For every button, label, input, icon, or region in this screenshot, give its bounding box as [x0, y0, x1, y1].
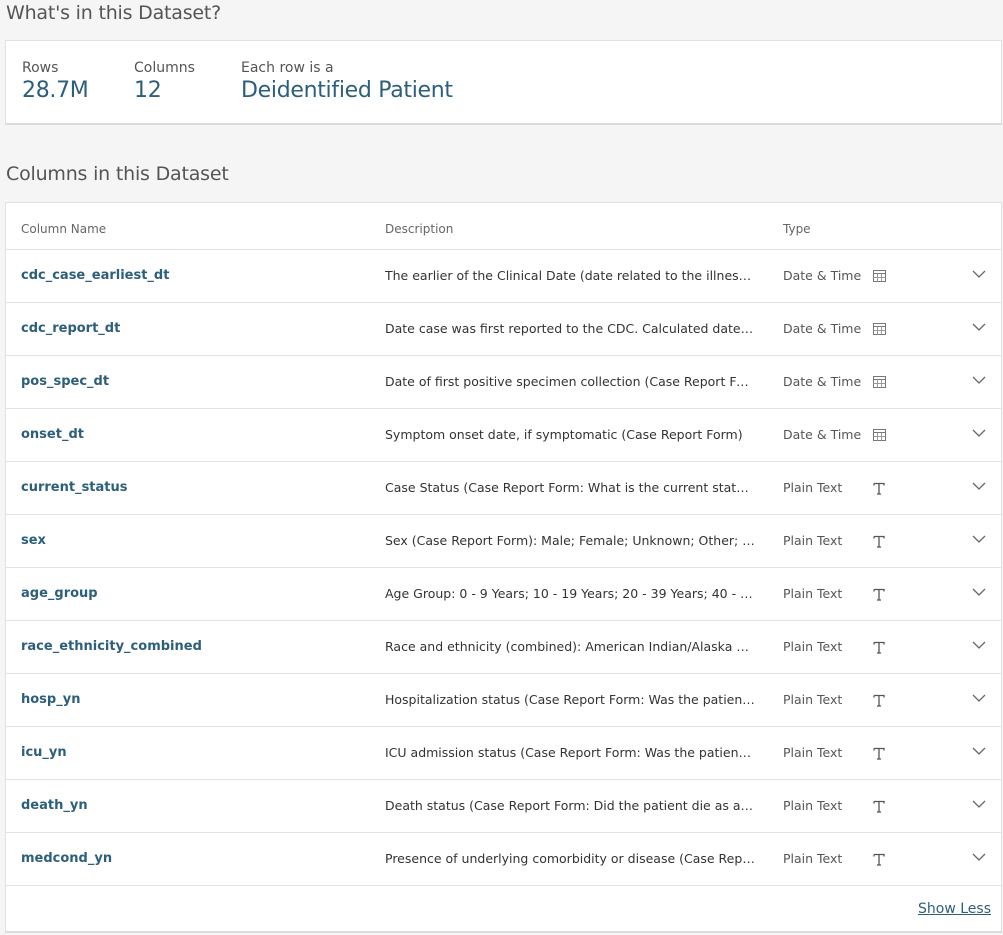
- chevron-down-icon[interactable]: [972, 317, 988, 333]
- column-type: Date & Time: [783, 321, 862, 336]
- table-row[interactable]: race_ethnicity_combined Race and ethnicit…: [6, 621, 1001, 674]
- columns-section-title: Columns in this Dataset: [6, 163, 229, 185]
- column-name[interactable]: hosp_yn: [21, 674, 371, 726]
- calendar-icon: [871, 267, 887, 285]
- table-row[interactable]: icu_yn ICU admission status (Case Report …: [6, 727, 1001, 780]
- column-name[interactable]: cdc_case_earliest_dt: [21, 250, 371, 302]
- table-row[interactable]: death_yn Death status (Case Report Form: …: [6, 780, 1001, 833]
- column-description: ICU admission status (Case Report Form: …: [385, 745, 755, 760]
- text-icon: [871, 638, 887, 656]
- column-name[interactable]: onset_dt: [21, 409, 371, 461]
- columns-stat: Columns 12: [134, 60, 195, 103]
- column-description: Sex (Case Report Form): Male; Female; Un…: [385, 533, 755, 548]
- column-description: Hospitalization status (Case Report Form…: [385, 692, 755, 707]
- rows-stat: Rows 28.7M: [22, 60, 89, 103]
- column-description: The earlier of the Clinical Date (date r…: [385, 268, 755, 283]
- columns-table: Column Name Description Type cdc_case_ea…: [5, 202, 1002, 933]
- table-row[interactable]: pos_spec_dt Date of first positive specim…: [6, 356, 1001, 409]
- column-name[interactable]: current_status: [21, 462, 371, 514]
- table-footer: Show Less: [6, 886, 1001, 932]
- column-type: Plain Text: [783, 745, 843, 760]
- chevron-down-icon[interactable]: [972, 264, 988, 280]
- table-row[interactable]: current_status Case Status (Case Report F…: [6, 462, 1001, 515]
- column-description: Symptom onset date, if symptomatic (Case…: [385, 427, 743, 442]
- column-type: Plain Text: [783, 586, 843, 601]
- column-description: Race and ethnicity (combined): American …: [385, 639, 755, 654]
- chevron-down-icon[interactable]: [972, 847, 988, 863]
- text-icon: [871, 850, 887, 868]
- column-name[interactable]: pos_spec_dt: [21, 356, 371, 408]
- column-type: Plain Text: [783, 692, 843, 707]
- table-row[interactable]: cdc_report_dt Date case was first reporte…: [6, 303, 1001, 356]
- column-type: Plain Text: [783, 851, 843, 866]
- text-icon: [871, 532, 887, 550]
- table-body: cdc_case_earliest_dt The earlier of the C…: [6, 250, 1001, 886]
- column-name[interactable]: death_yn: [21, 780, 371, 832]
- rows-label: Rows: [22, 60, 59, 76]
- chevron-down-icon[interactable]: [972, 370, 988, 386]
- column-type: Plain Text: [783, 798, 843, 813]
- column-name[interactable]: sex: [21, 515, 371, 567]
- column-name[interactable]: icu_yn: [21, 727, 371, 779]
- column-description: Age Group: 0 - 9 Years; 10 - 19 Years; 2…: [385, 586, 755, 601]
- column-name[interactable]: cdc_report_dt: [21, 303, 371, 355]
- columns-label: Columns: [134, 60, 195, 76]
- calendar-icon: [871, 426, 887, 444]
- chevron-down-icon[interactable]: [972, 688, 988, 704]
- row-type-value: Deidentified Patient: [241, 78, 453, 103]
- chevron-down-icon[interactable]: [972, 794, 988, 810]
- column-description: Death status (Case Report Form: Did the …: [385, 798, 755, 813]
- summary-section-title: What's in this Dataset?: [6, 2, 222, 24]
- text-icon: [871, 797, 887, 815]
- column-description: Date of first positive specimen collecti…: [385, 374, 755, 389]
- column-type: Date & Time: [783, 427, 862, 442]
- column-type: Plain Text: [783, 480, 843, 495]
- text-icon: [871, 744, 887, 762]
- table-row[interactable]: cdc_case_earliest_dt The earlier of the C…: [6, 250, 1001, 303]
- column-description: Case Status (Case Report Form: What is t…: [385, 480, 755, 495]
- table-row[interactable]: medcond_yn Presence of underlying comorbi…: [6, 833, 1001, 886]
- show-less-link[interactable]: Show Less: [918, 901, 991, 917]
- columns-value: 12: [134, 78, 162, 103]
- chevron-down-icon[interactable]: [972, 529, 988, 545]
- column-type: Date & Time: [783, 374, 862, 389]
- chevron-down-icon[interactable]: [972, 582, 988, 598]
- column-type: Plain Text: [783, 533, 843, 548]
- text-icon: [871, 585, 887, 603]
- column-description: Date case was first reported to the CDC.…: [385, 321, 755, 336]
- text-icon: [871, 479, 887, 497]
- row-type-label: Each row is a: [241, 60, 334, 76]
- header-description: Description: [385, 222, 454, 236]
- header-type: Type: [783, 222, 811, 236]
- table-row[interactable]: hosp_yn Hospitalization status (Case Repo…: [6, 674, 1001, 727]
- chevron-down-icon[interactable]: [972, 635, 988, 651]
- table-row[interactable]: sex Sex (Case Report Form): Male; Female;…: [6, 515, 1001, 568]
- calendar-icon: [871, 373, 887, 391]
- chevron-down-icon[interactable]: [972, 741, 988, 757]
- table-row[interactable]: age_group Age Group: 0 - 9 Years; 10 - 19…: [6, 568, 1001, 621]
- row-type-stat: Each row is a Deidentified Patient: [241, 60, 453, 103]
- table-header: Column Name Description Type: [6, 203, 1001, 250]
- column-type: Date & Time: [783, 268, 862, 283]
- chevron-down-icon[interactable]: [972, 476, 988, 492]
- column-name[interactable]: age_group: [21, 568, 371, 620]
- column-description: Presence of underlying comorbidity or di…: [385, 851, 755, 866]
- chevron-down-icon[interactable]: [972, 423, 988, 439]
- text-icon: [871, 691, 887, 709]
- column-type: Plain Text: [783, 639, 843, 654]
- calendar-icon: [871, 320, 887, 338]
- rows-value: 28.7M: [22, 78, 89, 103]
- table-row[interactable]: onset_dt Symptom onset date, if symptomat…: [6, 409, 1001, 462]
- column-name[interactable]: race_ethnicity_combined: [21, 621, 371, 673]
- header-column-name: Column Name: [21, 222, 107, 236]
- column-name[interactable]: medcond_yn: [21, 833, 371, 885]
- dataset-overview-page: What's in this Dataset? Rows 28.7M Colum…: [0, 0, 1003, 935]
- summary-card: Rows 28.7M Columns 12 Each row is a Deid…: [5, 40, 1002, 125]
